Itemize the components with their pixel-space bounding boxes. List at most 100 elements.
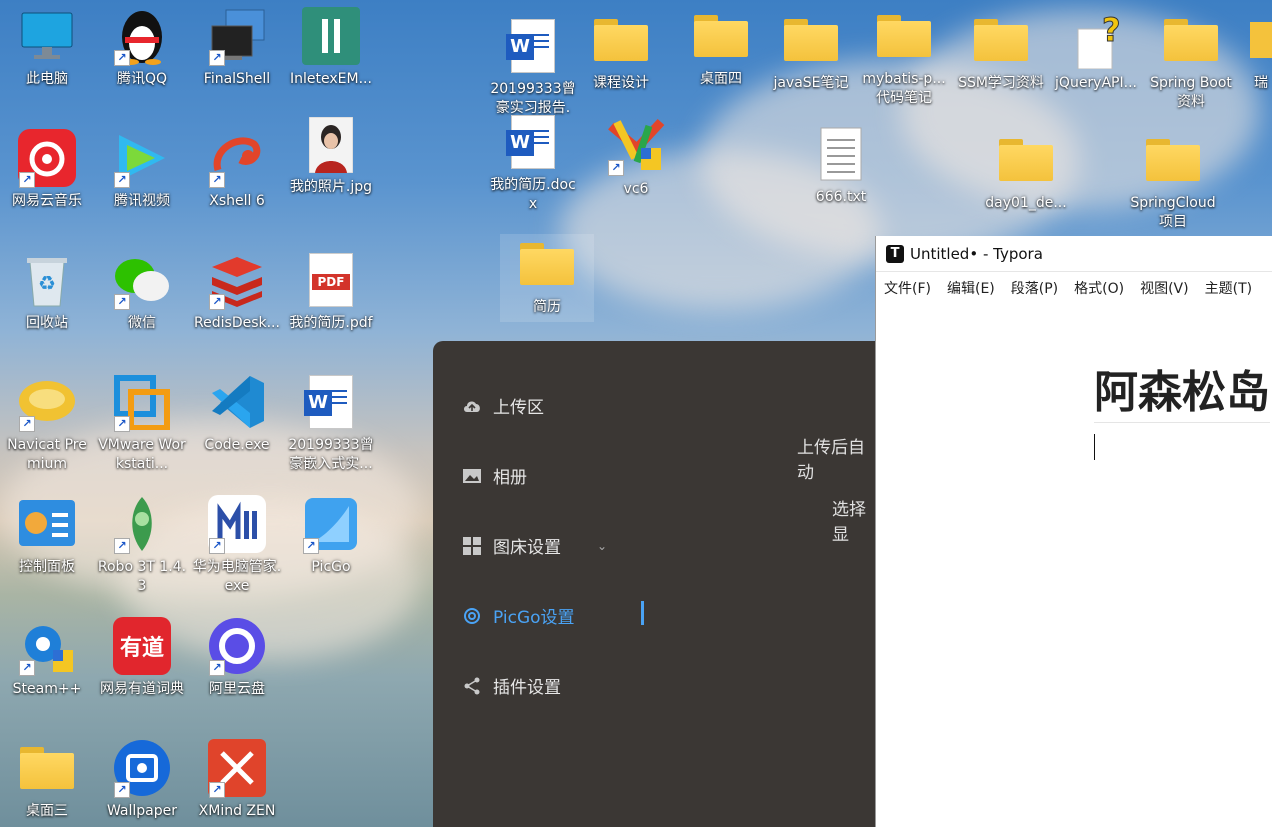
desktop-icon-report-docx[interactable]: W 20199333曾豪实习报告. (487, 16, 579, 118)
shortcut-arrow-icon: ↗ (114, 416, 130, 432)
desktop-icon-course-design[interactable]: 课程设计 (575, 10, 667, 93)
desktop-icon-steam[interactable]: ↗ Steam++ (1, 616, 93, 699)
desktop-icon-desktop3[interactable]: 桌面三 (1, 738, 93, 821)
shortcut-arrow-icon: ↗ (209, 172, 225, 188)
typora-menubar: 文件(F) 编辑(E) 段落(P) 格式(O) 视图(V) 主题(T) (876, 272, 1272, 304)
desktop-icon-wechat[interactable]: ↗ 微信 (96, 250, 188, 333)
document-heading[interactable]: 阿森松岛 (1094, 356, 1270, 423)
desktop-icon-xmind[interactable]: ↗ XMind ZEN (191, 738, 283, 821)
typora-logo-icon: T (886, 244, 904, 263)
monitor-icon (21, 12, 73, 59)
desktop-icon-my-resume-pdf[interactable]: PDF 我的简历.pdf (285, 250, 377, 333)
active-indicator (641, 601, 644, 625)
desktop-icon-recycle-bin[interactable]: ♻ 回收站 (1, 250, 93, 333)
youdao-icon: 有道 (113, 617, 171, 675)
desktop-icon-wallpaper[interactable]: ↗ Wallpaper (96, 738, 188, 821)
desktop-icon-vmware[interactable]: ↗ VMware Workstati... (96, 372, 188, 474)
desktop-icon-ssm-notes[interactable]: SSM学习资料 (955, 10, 1047, 93)
desktop-icon-desktop4[interactable]: 桌面四 (675, 6, 767, 89)
menu-album[interactable]: 相册 (461, 463, 527, 488)
desktop-icon-vscode[interactable]: Code.exe (191, 372, 283, 455)
desktop-icon-netease-music[interactable]: ↗ 网易云音乐 (1, 128, 93, 211)
desktop-icon-redis-desk[interactable]: ↗ RedisDesk... (191, 250, 283, 333)
desktop-icon-embedded-docx[interactable]: W 20199333曾豪嵌入式实... (285, 372, 377, 474)
desktop-icon-jquery-api[interactable]: ? jQueryAPI... (1050, 10, 1142, 93)
svg-text:♻: ♻ (38, 271, 56, 295)
desktop-icon-springcloud[interactable]: SpringCloud 项目 (1127, 130, 1219, 232)
photo-thumbnail-icon (309, 117, 353, 173)
word-doc-icon: W (304, 375, 353, 429)
desktop-icon-resume-folder[interactable]: 简历 (500, 234, 594, 322)
folder-icon (520, 243, 574, 285)
desktop-icon-finalshell[interactable]: ↗ FinalShell (191, 6, 283, 89)
desktop-icon-springboot[interactable]: Spring Boot 资料 (1145, 10, 1237, 112)
desktop-icon-xshell[interactable]: ↗ Xshell 6 (191, 128, 283, 211)
share-icon (461, 675, 483, 697)
picgo-window: 上传区 相册 图床设置 ⌄ PicGo设置 插件设置 上传后自动 选择显 (433, 341, 878, 827)
desktop-icon-control-panel[interactable]: 控制面板 (1, 494, 93, 577)
desktop-icon-mybatis-notes[interactable]: mybatis-p... 代码笔记 (858, 6, 950, 108)
menu-plugin-settings[interactable]: 插件设置 (461, 673, 561, 698)
desktop-icon-navicat[interactable]: ↗ Navicat Premium (1, 372, 93, 474)
desktop-icon-my-resume-docx[interactable]: W 我的简历.docx (487, 112, 579, 214)
desktop-icon-rui[interactable]: 瑞 (1230, 10, 1272, 93)
menu-bed-settings[interactable]: 图床设置 ⌄ (461, 533, 607, 558)
folder-icon (999, 139, 1053, 181)
desktop-icon-aliyun[interactable]: ↗ 阿里云盘 (191, 616, 283, 699)
shortcut-arrow-icon: ↗ (608, 160, 624, 176)
folder-icon (784, 19, 838, 61)
folder-icon (594, 19, 648, 61)
desktop-icon-huawei-pc[interactable]: ↗ 华为电脑管家.exe (191, 494, 283, 596)
shortcut-arrow-icon: ↗ (114, 538, 130, 554)
folder-icon (20, 747, 74, 789)
desktop-icon-vc6[interactable]: ↗ vc6 (590, 116, 682, 199)
desktop-icon-robo3t[interactable]: ↗ Robo 3T 1.4.3 (96, 494, 188, 596)
window-title: Untitled• - Typora (910, 244, 1043, 263)
folder-icon (1250, 22, 1272, 58)
shortcut-arrow-icon: ↗ (209, 782, 225, 798)
menu-theme[interactable]: 主题(T) (1205, 278, 1252, 298)
menu-paragraph[interactable]: 段落(P) (1011, 278, 1058, 298)
desktop-icon-666-txt[interactable]: 666.txt (795, 124, 887, 207)
desktop-icon-this-pc[interactable]: 此电脑 (1, 6, 93, 89)
folder-icon (1146, 139, 1200, 181)
shortcut-arrow-icon: ↗ (114, 50, 130, 66)
shortcut-arrow-icon: ↗ (209, 294, 225, 310)
word-doc-icon: W (506, 19, 555, 73)
select-display-text: 选择显 (832, 500, 866, 545)
folder-icon (974, 19, 1028, 61)
control-panel-icon (19, 500, 75, 546)
menu-view[interactable]: 视图(V) (1140, 278, 1189, 298)
shortcut-arrow-icon: ↗ (114, 172, 130, 188)
menu-edit[interactable]: 编辑(E) (947, 278, 995, 298)
help-file-icon: ? (1077, 11, 1120, 69)
menu-upload[interactable]: 上传区 (461, 393, 544, 418)
desktop-icon-tencent-video[interactable]: ↗ 腾讯视频 (96, 128, 188, 211)
desktop-icon-my-photo[interactable]: 我的照片.jpg (285, 116, 377, 197)
shortcut-arrow-icon: ↗ (209, 50, 225, 66)
menu-file[interactable]: 文件(F) (884, 278, 931, 298)
shortcut-arrow-icon: ↗ (209, 660, 225, 676)
grid-icon (461, 535, 483, 557)
desktop-icon-inletex[interactable]: InletexEM... (285, 6, 377, 89)
typora-window: T Untitled• - Typora 文件(F) 编辑(E) 段落(P) 格… (875, 236, 1272, 827)
shortcut-arrow-icon: ↗ (303, 538, 319, 554)
shortcut-arrow-icon: ↗ (19, 660, 35, 676)
inletex-icon (302, 7, 360, 65)
menu-format[interactable]: 格式(O) (1074, 278, 1124, 298)
folder-icon (1164, 19, 1218, 61)
gear-icon (461, 605, 483, 627)
desktop-icon-day01[interactable]: day01_de... (980, 130, 1072, 213)
desktop-icon-youdao[interactable]: 有道 网易有道词典 (96, 616, 188, 699)
chevron-down-icon: ⌄ (597, 538, 608, 553)
desktop-icon-picgo[interactable]: ↗ PicGo (285, 494, 377, 577)
menu-picgo-settings[interactable]: PicGo设置 (461, 603, 575, 628)
typora-titlebar[interactable]: T Untitled• - Typora (876, 236, 1272, 272)
text-cursor (1094, 434, 1095, 460)
image-icon (461, 465, 483, 487)
vscode-icon (212, 376, 264, 428)
desktop-icon-tencent-qq[interactable]: ↗ 腾讯QQ (96, 6, 188, 89)
recycle-bin-icon: ♻ (27, 258, 67, 307)
word-doc-icon: W (506, 115, 555, 169)
desktop-icon-javase-notes[interactable]: javaSE笔记 (765, 10, 857, 93)
